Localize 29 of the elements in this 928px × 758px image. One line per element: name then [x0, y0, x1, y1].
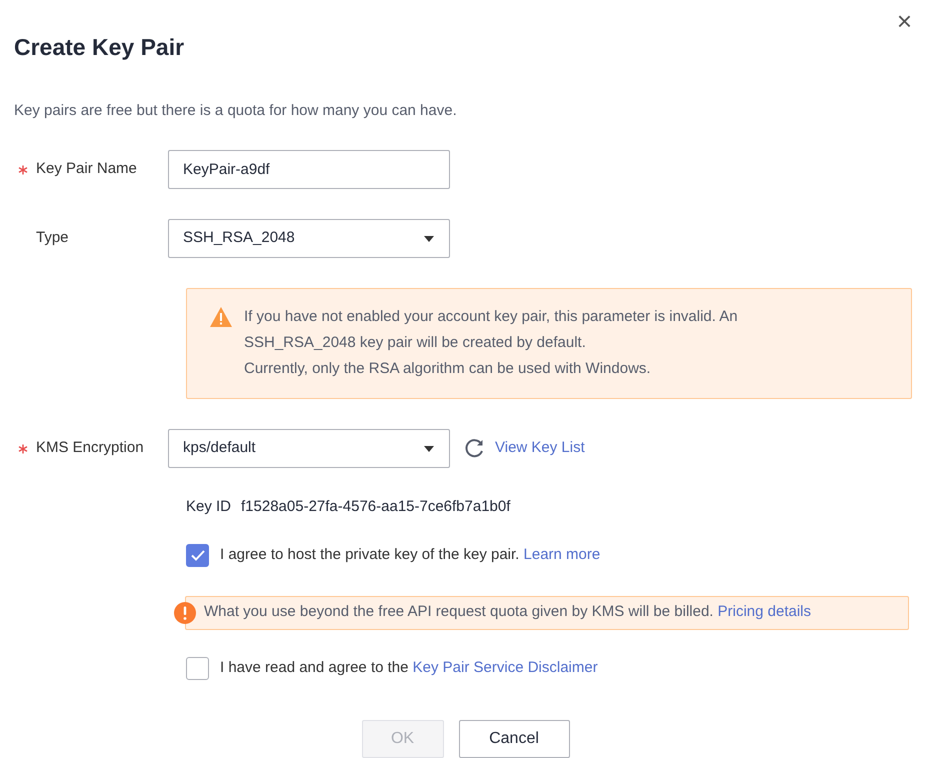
view-key-list-link[interactable]: View Key List: [495, 437, 585, 460]
field-label: KMS Encryption: [36, 438, 144, 458]
checkbox[interactable]: [186, 544, 209, 566]
kms-select[interactable]: kps/default: [168, 429, 450, 468]
dialog-title: Create Key Pair: [14, 33, 186, 62]
refresh-icon[interactable]: [463, 438, 485, 460]
key-id-label: Key ID: [186, 497, 232, 517]
field-label: Key Pair Name: [36, 159, 137, 180]
pricing-details-link[interactable]: Pricing details: [718, 603, 812, 620]
caret-icon: [423, 444, 435, 452]
dialog-description: Key pairs are free but there is a quota for how many you can have.: [14, 100, 458, 120]
warning-text: Currently, only the RSA algorithm can be used with Windows.: [244, 359, 652, 379]
key-pair-name-input[interactable]: KeyPair-a9df: [168, 150, 450, 189]
close-button[interactable]: ×: [896, 8, 912, 34]
check-icon: [190, 550, 204, 560]
type-select[interactable]: SSH_RSA_2048: [168, 219, 450, 258]
agreement-text: I agree to host the private key of the key pair. Learn more: [220, 544, 600, 565]
billing-text: What you use beyond the free API request quota given by KMS will be billed. Pricing details: [204, 602, 812, 622]
field-label: Type: [36, 228, 69, 248]
warning-text: If you have not enabled your account key pair, this parameter is invalid. An SSH_RSA_2048 key pair will be created by default.: [244, 307, 739, 353]
warning-icon: [209, 306, 233, 328]
disclaimer-link[interactable]: Key Pair Service Disclaimer: [412, 658, 598, 676]
cancel-button[interactable]: Cancel: [458, 720, 570, 758]
learn-more-link[interactable]: Learn more: [524, 546, 600, 563]
key-id-value: f1528a05-27fa-4576-aa15-7ce6fb7a1b0f: [241, 497, 510, 517]
disclaimer-text: I have read and agree to the Key Pair Service Disclaimer: [220, 658, 598, 678]
checkbox[interactable]: [186, 656, 209, 680]
exclamation-icon: [174, 602, 196, 624]
caret-icon: [423, 234, 435, 242]
